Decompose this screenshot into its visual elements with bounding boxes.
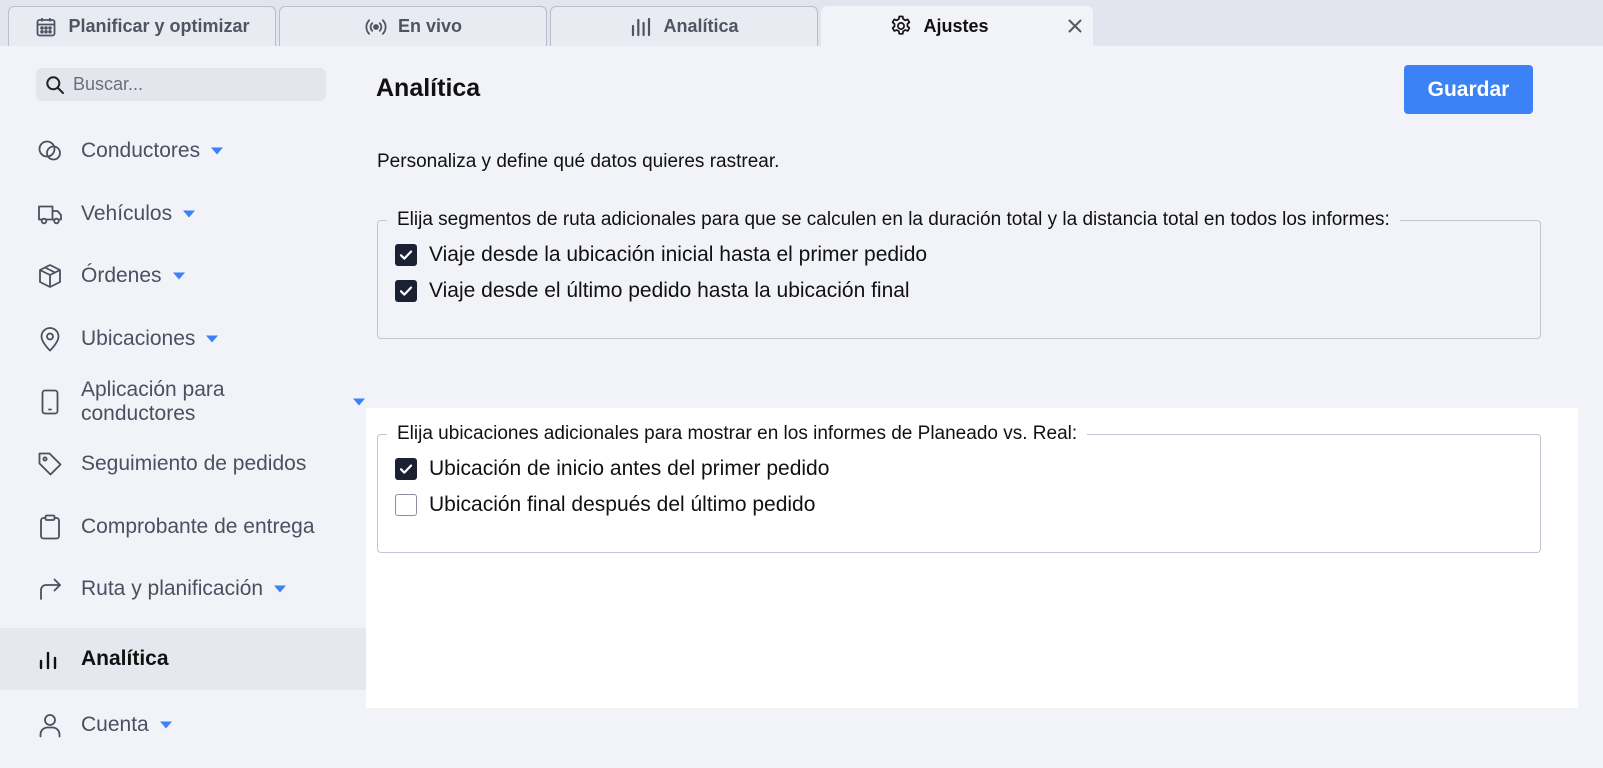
tab-ajustes[interactable]: Ajustes xyxy=(821,6,1093,46)
tab-analitica[interactable]: Analítica xyxy=(550,6,818,46)
chevron-down-icon xyxy=(206,335,219,343)
drivers-icon xyxy=(38,140,61,161)
route-arrow-icon xyxy=(40,578,61,600)
group-legend: Elija segmentos de ruta adicionales para… xyxy=(397,209,1390,230)
route-segments-group: Elija segmentos de ruta adicionales para… xyxy=(377,209,1541,339)
option-ultimo-pedido-final[interactable]: Viaje desde el último pedido hasta la ub… xyxy=(395,273,1522,309)
sidebar-item-label: Ubicaciones xyxy=(81,327,196,350)
checkbox-unchecked[interactable] xyxy=(395,494,417,516)
plan-vs-real-group: Elija ubicaciones adicionales para mostr… xyxy=(377,423,1541,553)
chevron-down-icon xyxy=(159,721,172,729)
page-title: Analítica xyxy=(376,74,481,102)
sidebar-item-label: Conductores xyxy=(81,139,201,162)
sidebar-item-ordenes[interactable]: Órdenes xyxy=(0,245,366,307)
option-label: Ubicación de inicio antes del primer ped… xyxy=(429,457,830,480)
checkbox-checked[interactable] xyxy=(395,458,417,480)
sidebar-item-ruta[interactable]: Ruta y planificación xyxy=(0,558,366,620)
option-label: Viaje desde la ubicación inicial hasta e… xyxy=(429,243,928,266)
option-final-despues-ultimo-pedido[interactable]: Ubicación final después del último pedid… xyxy=(395,487,1522,523)
truck-icon xyxy=(38,205,62,225)
sidebar-item-cuenta[interactable]: Cuenta xyxy=(0,694,366,756)
gear-icon xyxy=(892,15,911,35)
search-input[interactable] xyxy=(71,73,315,96)
search-box[interactable] xyxy=(36,68,326,101)
chevron-down-icon xyxy=(183,210,196,218)
sidebar-item-label: Analítica xyxy=(81,647,169,670)
option-label: Ubicación final después del último pedid… xyxy=(429,493,816,516)
tab-planificar[interactable]: Planificar y optimizar xyxy=(8,6,276,46)
calendar-icon xyxy=(37,17,56,36)
option-label: Viaje desde el último pedido hasta la ub… xyxy=(429,279,910,302)
tab-label: En vivo xyxy=(397,16,463,36)
search-icon xyxy=(46,75,64,94)
sidebar-item-label: Seguimiento de pedidos xyxy=(81,452,307,475)
check-icon xyxy=(399,286,413,296)
tab-label: Ajustes xyxy=(923,15,989,36)
tag-icon xyxy=(38,452,62,476)
clipboard-icon xyxy=(40,514,60,540)
bar-chart-icon xyxy=(39,651,57,670)
option-inicio-primer-pedido[interactable]: Viaje desde la ubicación inicial hasta e… xyxy=(395,237,1522,273)
check-icon xyxy=(399,464,413,474)
sidebar-item-label: Aplicación para conductores xyxy=(81,378,225,425)
chevron-down-icon xyxy=(172,272,185,280)
tab-en-vivo[interactable]: En vivo xyxy=(279,6,547,46)
sidebar-item-label: Órdenes xyxy=(81,264,162,287)
checkbox-checked[interactable] xyxy=(395,244,417,266)
chevron-down-icon xyxy=(211,147,224,155)
sidebar-item-label: Ruta y planificación xyxy=(81,577,264,600)
sidebar-item-seguimiento[interactable]: Seguimiento de pedidos xyxy=(0,433,366,495)
user-icon xyxy=(39,714,61,738)
bar-chart-icon xyxy=(632,17,651,36)
page-description: Personaliza y define qué datos quieres r… xyxy=(377,151,780,172)
sidebar-item-aplicacion[interactable]: Aplicación para conductores xyxy=(0,371,366,433)
sidebar-item-comprobante[interactable]: Comprobante de entrega xyxy=(0,496,366,558)
group-legend: Elija ubicaciones adicionales para mostr… xyxy=(397,423,1078,444)
tab-label: Planificar y optimizar xyxy=(68,16,250,36)
sidebar-item-conductores[interactable]: Conductores xyxy=(0,120,366,182)
sidebar-item-label: Vehículos xyxy=(81,202,173,225)
sidebar-item-vehiculos[interactable]: Vehículos xyxy=(0,183,366,245)
phone-icon xyxy=(41,389,59,415)
sidebar-item-analitica[interactable]: Analítica xyxy=(0,628,366,690)
tab-bar: Planificar y optimizar En vivo Analítica… xyxy=(0,0,1603,46)
close-icon[interactable] xyxy=(1065,16,1085,36)
sidebar-item-label: Comprobante de entrega xyxy=(81,515,315,538)
option-inicio-antes-primer-pedido[interactable]: Ubicación de inicio antes del primer ped… xyxy=(395,451,1522,487)
package-icon xyxy=(39,264,61,288)
check-icon xyxy=(399,250,413,260)
chevron-down-icon xyxy=(353,398,365,406)
tab-label: Analítica xyxy=(663,16,739,36)
checkbox-checked[interactable] xyxy=(395,280,417,302)
broadcast-icon xyxy=(365,18,387,35)
chevron-down-icon xyxy=(274,585,287,593)
map-pin-icon xyxy=(40,327,60,352)
sidebar-item-ubicaciones[interactable]: Ubicaciones xyxy=(0,308,366,370)
sidebar-item-label: Cuenta xyxy=(81,713,149,736)
save-button[interactable]: Guardar xyxy=(1404,65,1533,114)
